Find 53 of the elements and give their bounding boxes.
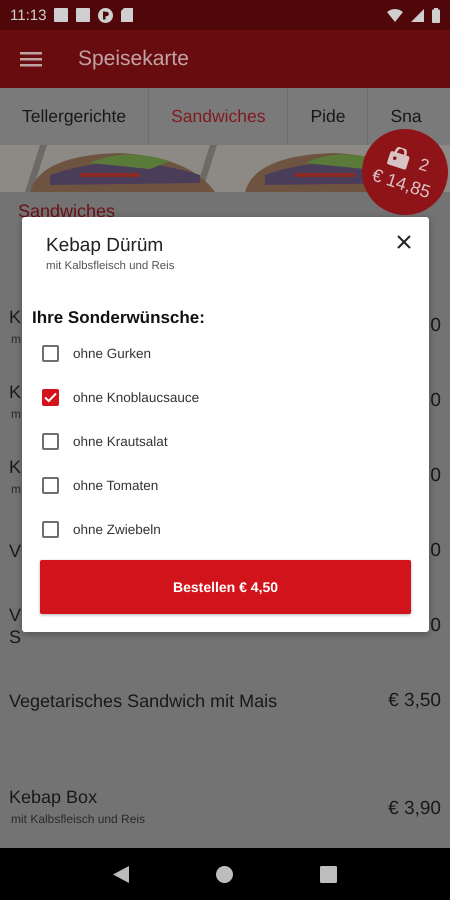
options-heading: Ihre Sonderwünsche: <box>32 308 205 328</box>
item-name: K <box>9 380 22 402</box>
item-price: 0 <box>430 314 441 336</box>
option-label: ohne Tomaten <box>73 478 158 493</box>
battery-icon <box>432 8 440 22</box>
checkbox[interactable] <box>42 389 59 406</box>
item-description: m <box>11 406 21 420</box>
checkbox[interactable] <box>42 433 59 450</box>
item-description: m <box>11 482 21 496</box>
item-description: m <box>11 332 21 346</box>
status-time: 11:13 <box>10 6 46 24</box>
home-button[interactable] <box>216 866 233 882</box>
sd-card-icon <box>121 8 134 22</box>
item-price: 0 <box>430 540 441 562</box>
dialog-title: Kebap Dürüm <box>46 235 164 257</box>
item-price: 0 <box>430 390 441 412</box>
option-label: ohne Gurken <box>73 346 152 362</box>
item-name: Vegetarisches Sandwich mit Mais <box>9 690 278 712</box>
item-description: mit Kalbsfleisch und Reis <box>11 812 146 826</box>
checkbox[interactable] <box>42 520 59 538</box>
item-name: Kebap Box <box>9 786 98 808</box>
item-price: € 3,50 <box>388 690 441 712</box>
checkbox[interactable] <box>42 345 59 362</box>
item-price: 0 <box>430 464 441 486</box>
checkbox[interactable] <box>42 476 59 494</box>
dialog-subtitle: mit Kalbsfleisch und Reis <box>46 260 176 272</box>
back-button[interactable] <box>113 866 130 882</box>
notification-icon <box>98 8 114 22</box>
item-name: K <box>9 306 22 328</box>
screen-title: Speisekarte <box>78 47 189 71</box>
item-name: S <box>9 626 22 648</box>
signal-icon <box>411 8 424 22</box>
wifi-icon <box>387 8 403 22</box>
item-name: V <box>9 604 22 626</box>
recents-button[interactable] <box>320 866 337 882</box>
category-tab[interactable]: Tellergerichte <box>0 106 148 127</box>
menu-icon[interactable] <box>20 51 42 67</box>
item-price: 0 <box>430 614 441 636</box>
option-label: ohne Krautsalat <box>73 434 168 450</box>
category-tab[interactable]: Sandwiches <box>149 106 288 127</box>
option-label: ohne Zwiebeln <box>73 522 161 537</box>
section-heading: Sandwiches <box>18 200 116 222</box>
notification-icon <box>76 8 90 22</box>
item-name: K <box>9 456 22 478</box>
category-tab[interactable]: Sna <box>368 106 422 127</box>
close-button[interactable] <box>397 235 411 249</box>
order-button[interactable]: Bestellen € 4,50 <box>40 560 411 614</box>
item-price: € 3,90 <box>388 798 441 820</box>
option-label: ohne Knoblaucsauce <box>73 390 200 406</box>
cart-count: 2 <box>416 154 432 176</box>
category-tab[interactable]: Pide <box>288 106 368 127</box>
notification-icon <box>54 8 68 22</box>
item-name: V <box>9 540 22 562</box>
